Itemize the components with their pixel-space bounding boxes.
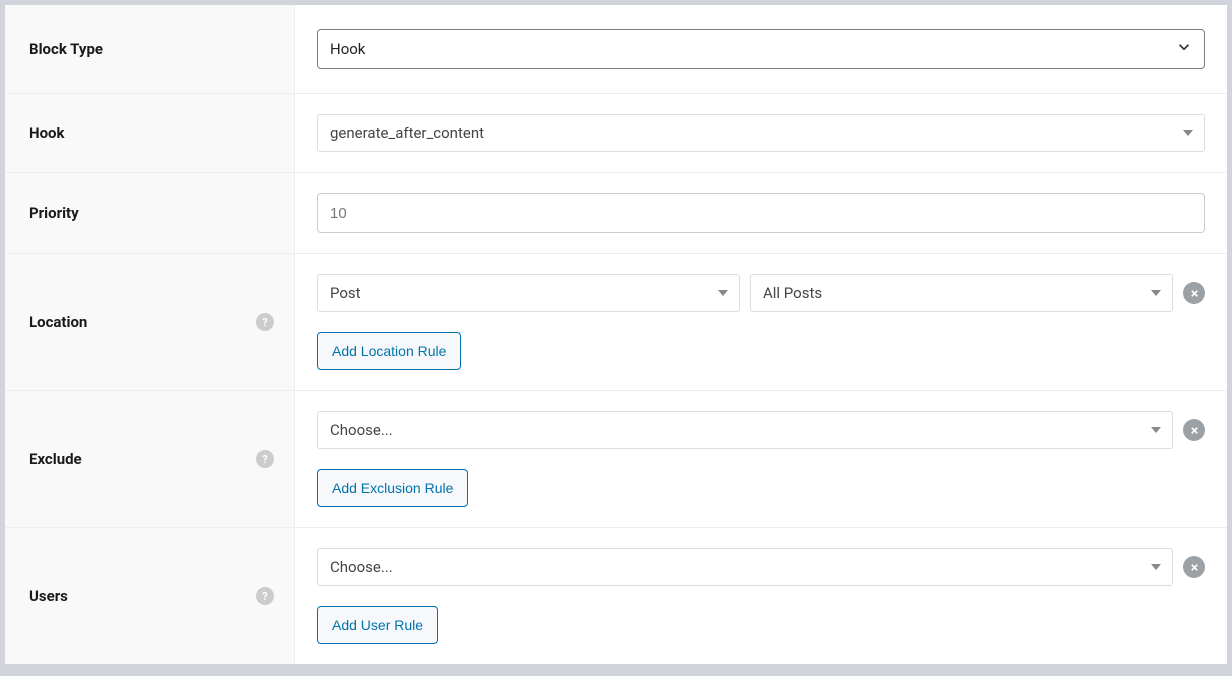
exclude-object-value: Choose... <box>330 421 393 439</box>
hook-value: generate_after_content <box>330 124 484 142</box>
field-col-hook: generate_after_content <box>295 94 1227 172</box>
dropdown-arrow-icon <box>1151 290 1161 296</box>
dropdown-arrow-icon <box>1183 130 1193 136</box>
block-type-value: Hook <box>330 40 365 58</box>
label-col-users: Users ? <box>5 528 295 664</box>
field-col-priority <box>295 173 1227 253</box>
label-col-hook: Hook <box>5 94 295 172</box>
exclude-rule-row: Choose... <box>317 411 1205 449</box>
chevron-down-icon <box>1175 38 1193 60</box>
label-col-block-type: Block Type <box>5 5 295 93</box>
users-rule-row: Choose... <box>317 548 1205 586</box>
help-icon[interactable]: ? <box>256 587 274 605</box>
exclude-object-select[interactable]: Choose... <box>317 411 1173 449</box>
row-location: Location ? Post All Posts <box>5 254 1227 391</box>
label-users: Users <box>29 587 68 605</box>
block-type-select[interactable]: Hook <box>317 29 1205 69</box>
label-block-type: Block Type <box>29 40 103 58</box>
field-col-users: Choose... Add User Rule <box>295 528 1227 664</box>
settings-panel: Block Type Hook Hook generate_after_cont… <box>4 4 1228 665</box>
label-hook: Hook <box>29 124 65 142</box>
location-rule-row: Post All Posts <box>317 274 1205 312</box>
help-icon[interactable]: ? <box>256 450 274 468</box>
label-col-priority: Priority <box>5 173 295 253</box>
add-exclusion-rule-button[interactable]: Add Exclusion Rule <box>317 469 468 507</box>
row-exclude: Exclude ? Choose... Add Exclusion Rule <box>5 391 1227 528</box>
remove-rule-icon[interactable] <box>1183 282 1205 304</box>
label-location: Location <box>29 313 87 331</box>
add-user-rule-button[interactable]: Add User Rule <box>317 606 438 644</box>
dropdown-arrow-icon <box>1151 427 1161 433</box>
dropdown-arrow-icon <box>1151 564 1161 570</box>
label-col-location: Location ? <box>5 254 295 390</box>
label-col-exclude: Exclude ? <box>5 391 295 527</box>
field-col-block-type: Hook <box>295 5 1227 93</box>
field-col-exclude: Choose... Add Exclusion Rule <box>295 391 1227 527</box>
label-priority: Priority <box>29 204 79 222</box>
dropdown-arrow-icon <box>718 290 728 296</box>
label-exclude: Exclude <box>29 450 82 468</box>
location-object-value: Post <box>330 284 361 302</box>
users-object-select[interactable]: Choose... <box>317 548 1173 586</box>
row-priority: Priority <box>5 173 1227 254</box>
remove-rule-icon[interactable] <box>1183 556 1205 578</box>
remove-rule-icon[interactable] <box>1183 419 1205 441</box>
hook-select[interactable]: generate_after_content <box>317 114 1205 152</box>
help-icon[interactable]: ? <box>256 313 274 331</box>
row-users: Users ? Choose... Add User Rule <box>5 528 1227 664</box>
row-hook: Hook generate_after_content <box>5 94 1227 173</box>
users-object-value: Choose... <box>330 558 393 576</box>
row-block-type: Block Type Hook <box>5 5 1227 94</box>
location-target-select[interactable]: All Posts <box>750 274 1173 312</box>
priority-input[interactable] <box>317 193 1205 233</box>
add-location-rule-button[interactable]: Add Location Rule <box>317 332 461 370</box>
field-col-location: Post All Posts Add Location Rule <box>295 254 1227 390</box>
location-object-select[interactable]: Post <box>317 274 740 312</box>
location-target-value: All Posts <box>763 284 822 302</box>
